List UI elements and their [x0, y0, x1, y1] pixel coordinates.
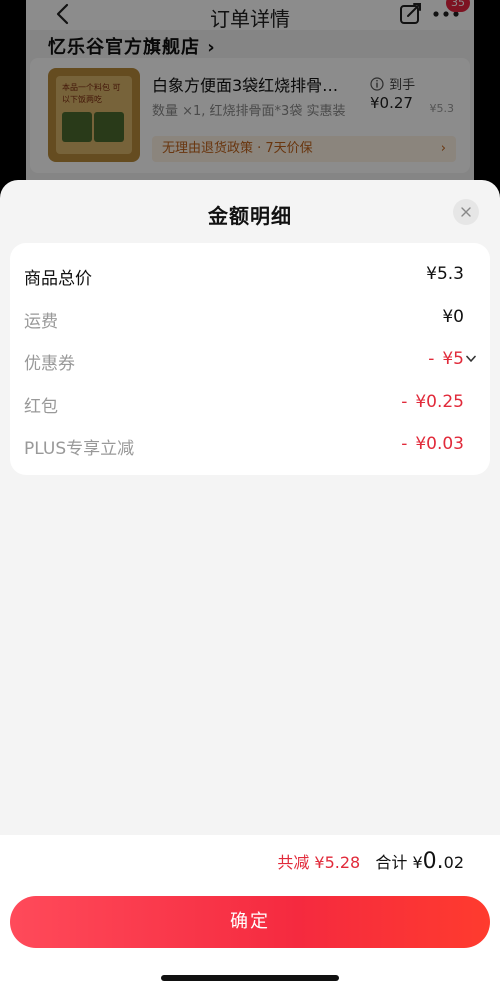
- bottom-area: 确定: [0, 891, 500, 991]
- row-shipping: 运费 ¥0: [10, 303, 490, 333]
- row-value: - ¥0.25: [401, 392, 464, 412]
- row-plus-discount: PLUS专享立减 - ¥0.03: [10, 430, 490, 460]
- row-goods-total: 商品总价 ¥5.3: [10, 260, 490, 290]
- minus-sign: -: [401, 434, 408, 454]
- row-red-packet: 红包 - ¥0.25: [10, 388, 490, 418]
- close-icon: [461, 207, 471, 217]
- row-label: PLUS专享立减: [24, 439, 135, 459]
- minus-sign: -: [428, 349, 435, 369]
- confirm-button[interactable]: 确定: [10, 896, 490, 948]
- minus-sign: -: [401, 392, 408, 412]
- chevron-down-icon[interactable]: [466, 355, 476, 363]
- amount-detail-card: 商品总价 ¥5.3 运费 ¥0 优惠券 - ¥5 红包 - ¥0.25 PLUS专享…: [10, 243, 490, 475]
- close-button[interactable]: [453, 199, 479, 225]
- row-coupon[interactable]: 优惠券 - ¥5: [10, 345, 490, 375]
- row-label: 红包: [24, 397, 58, 417]
- total-amount-int: 0.: [422, 849, 444, 874]
- row-label: 商品总价: [24, 269, 92, 289]
- total-reduction: 共减 ¥5.28: [277, 853, 361, 872]
- row-label: 优惠券: [24, 354, 75, 374]
- row-label: 运费: [24, 312, 58, 332]
- row-value: ¥0: [442, 307, 464, 327]
- row-value: - ¥5: [428, 349, 464, 369]
- summary-line: 共减 ¥5.28 合计 ¥0.02: [277, 849, 464, 874]
- total-amount-dec: 02: [443, 853, 464, 872]
- total-currency: ¥: [412, 853, 423, 872]
- row-value: - ¥0.03: [401, 434, 464, 454]
- home-indicator[interactable]: [161, 975, 339, 981]
- total-label: 合计: [375, 853, 408, 872]
- sheet-title: 金额明细: [208, 204, 292, 228]
- summary-bar: 共减 ¥5.28 合计 ¥0.02: [0, 835, 500, 891]
- row-value: ¥5.3: [426, 264, 464, 284]
